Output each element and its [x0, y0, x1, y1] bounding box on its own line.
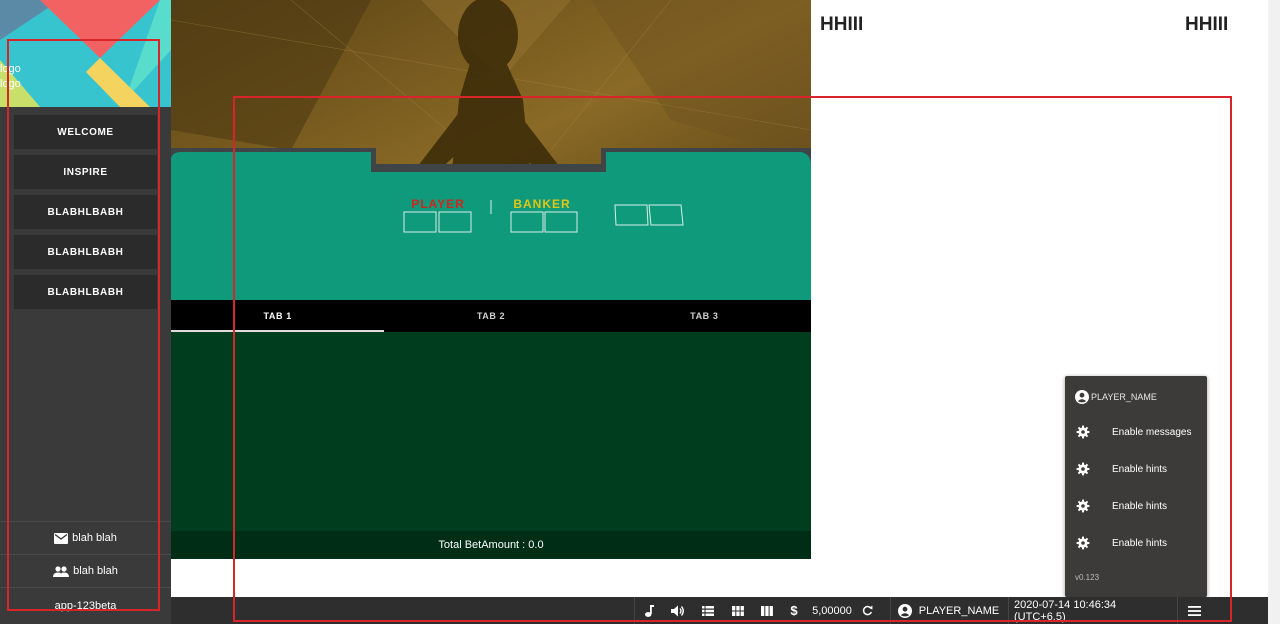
gear-icon: [1075, 462, 1091, 476]
account-icon: [1075, 390, 1089, 404]
page-scrollbar[interactable]: [1268, 0, 1280, 624]
nav-item-blabhlbabh-2[interactable]: BLABHLBABH: [14, 235, 157, 269]
player-zone-label: PLAYER: [411, 197, 465, 211]
sidebar-messages-link[interactable]: blah blah: [0, 521, 171, 554]
sidebar-users-label: blah blah: [73, 565, 118, 577]
popup-player: PLAYER_NAME: [1075, 390, 1157, 404]
tab-content-panel: [171, 332, 811, 531]
total-bet-amount: Total BetAmount : 0.0: [171, 531, 811, 559]
logo: logo logo: [0, 0, 171, 107]
game-area: PLAYER BANKER TAB 1 TAB 2 TAB 3 Total Be…: [171, 0, 811, 559]
dollar-icon: $: [790, 603, 798, 618]
nav-item-welcome[interactable]: WELCOME: [14, 115, 157, 149]
tab-3[interactable]: TAB 3: [598, 300, 811, 332]
menu-item-label: Enable hints: [1112, 463, 1168, 475]
heading-left: HHIII: [820, 14, 864, 35]
datetime-display: 2020-07-14 10:46:34 (UTC+6.5): [1014, 598, 1117, 623]
popup-player-name: PLAYER_NAME: [1091, 392, 1157, 402]
group-icon: [53, 565, 70, 577]
bar-divider: [634, 597, 635, 624]
menu-item-label: Enable hints: [1112, 500, 1168, 512]
enable-hints-toggle-3[interactable]: Enable hints: [1075, 533, 1201, 553]
sidebar-users-link[interactable]: blah blah: [0, 554, 171, 587]
banker-zone-label: BANKER: [513, 197, 570, 211]
refresh-icon[interactable]: [860, 597, 874, 624]
enable-messages-toggle[interactable]: Enable messages: [1075, 422, 1201, 442]
logo-text: logo: [0, 63, 21, 75]
balance-amount: 5,00000: [812, 604, 852, 617]
hamburger-menu-icon[interactable]: [1185, 597, 1203, 624]
account-icon: [897, 597, 913, 624]
columns-view-icon[interactable]: [758, 597, 776, 624]
popup-version: v0.123: [1075, 573, 1100, 582]
settings-popup-menu: PLAYER_NAME Enable messages Enable hints…: [1065, 376, 1207, 597]
bar-divider: [890, 597, 891, 624]
mail-icon: [54, 532, 69, 544]
sidebar-messages-label: blah blah: [72, 532, 117, 544]
app-version: app-123beta: [0, 587, 171, 624]
nav-item-blabhlbabh-3[interactable]: BLABHLBABH: [14, 275, 157, 309]
nav-item-blabhlbabh-1[interactable]: BLABHLBABH: [14, 195, 157, 229]
gear-icon: [1075, 536, 1091, 550]
nav-item-inspire[interactable]: INSPIRE: [14, 155, 157, 189]
bar-divider: [1008, 597, 1009, 624]
tab-1[interactable]: TAB 1: [171, 300, 385, 332]
list-view-icon[interactable]: [699, 597, 717, 624]
gear-icon: [1075, 499, 1091, 513]
tab-2[interactable]: TAB 2: [384, 300, 597, 332]
music-icon[interactable]: [641, 597, 657, 624]
menu-item-label: Enable hints: [1112, 537, 1168, 549]
logo-graphic: [0, 0, 171, 107]
enable-hints-toggle-1[interactable]: Enable hints: [1075, 459, 1201, 479]
sidebar: logo logo WELCOME INSPIRE BLABHLBABH BLA…: [0, 0, 171, 624]
logo-text: logo: [0, 78, 21, 90]
bottom-status-bar: $ 5,00000 PLAYER_NAME 2020-07-14 10:46:3…: [171, 597, 1268, 624]
gear-icon: [1075, 425, 1091, 439]
app-root: logo logo WELCOME INSPIRE BLABHLBABH BLA…: [0, 0, 1280, 624]
tab-bar: TAB 1 TAB 2 TAB 3: [171, 300, 811, 332]
bar-player-name: PLAYER_NAME: [918, 604, 1000, 617]
enable-hints-toggle-2[interactable]: Enable hints: [1075, 496, 1201, 516]
baccarat-table-scene: PLAYER BANKER: [171, 0, 811, 300]
bar-divider: [1177, 597, 1178, 624]
volume-icon[interactable]: [669, 597, 687, 624]
heading-right: HHIII: [1185, 14, 1229, 35]
menu-item-label: Enable messages: [1112, 426, 1192, 438]
grid-view-icon[interactable]: [729, 597, 747, 624]
